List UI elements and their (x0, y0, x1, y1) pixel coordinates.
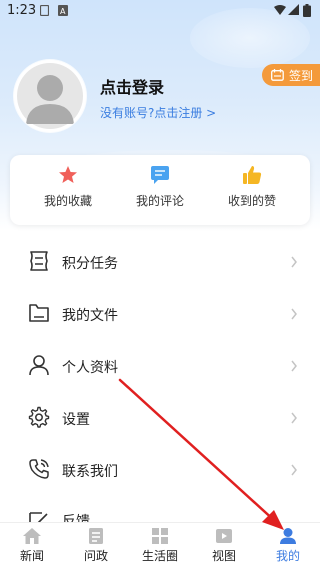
chevron-right-icon (291, 464, 297, 476)
login-title[interactable]: 点击登录 (100, 74, 164, 98)
avatar[interactable] (14, 60, 86, 132)
star-icon (59, 166, 77, 183)
favorites-label: 我的收藏 (43, 194, 92, 208)
gear-icon (28, 406, 50, 428)
bottom-navigation: 新闻 问政 生活圈 视图 我的 (0, 522, 320, 568)
person-icon (29, 355, 49, 376)
menu-item-profile[interactable]: 个人资料 (0, 340, 320, 392)
menu-label: 联系我们 (62, 464, 118, 480)
nav-mine[interactable]: 我的 (256, 527, 320, 567)
likes-label: 收到的赞 (227, 194, 276, 208)
chevron-right-icon (291, 360, 297, 372)
favorites-item[interactable]: 我的收藏 (23, 165, 113, 217)
comments-label: 我的评论 (135, 194, 184, 208)
grid-icon (152, 528, 168, 544)
wifi-icon (274, 5, 286, 15)
chevron-right-icon (291, 256, 297, 268)
home-icon (23, 528, 41, 544)
document-icon (89, 528, 103, 544)
comment-icon (151, 166, 169, 184)
nav-label: 生活圈 (141, 549, 178, 563)
nav-label: 新闻 (19, 549, 44, 563)
chevron-right-icon (291, 308, 297, 320)
nav-video[interactable]: 视图 (192, 527, 256, 567)
nav-life-circle[interactable]: 生活圈 (128, 527, 192, 567)
thumbs-up-icon (243, 166, 262, 184)
nav-inquiry[interactable]: 问政 (64, 527, 128, 567)
phone-icon (29, 459, 49, 479)
signin-label: 签到 (289, 68, 314, 83)
menu-item-settings[interactable]: 设置 (0, 392, 320, 444)
signin-button[interactable]: 签到 (262, 64, 320, 86)
comments-item[interactable]: 我的评论 (115, 165, 205, 217)
signal-icon (288, 4, 299, 15)
points-task-icon (30, 251, 48, 271)
nav-label: 视图 (211, 549, 236, 563)
menu-label: 积分任务 (62, 256, 118, 272)
folder-icon (29, 304, 49, 322)
menu-item-my-files[interactable]: 我的文件 (0, 288, 320, 340)
likes-item[interactable]: 收到的赞 (207, 165, 297, 217)
status-time: 1:23 (7, 3, 37, 18)
svg-text:A: A (60, 7, 66, 16)
status-bar: 1:23 A (0, 0, 320, 22)
nav-label: 我的 (275, 549, 300, 563)
user-icon (280, 528, 296, 544)
register-link[interactable]: 没有账号?点击注册 > (100, 104, 216, 121)
battery-icon (303, 4, 311, 17)
notification-a-icon: A (58, 5, 68, 16)
chevron-right-icon (291, 412, 297, 424)
menu-label: 设置 (62, 412, 90, 428)
nav-label: 问政 (83, 549, 108, 563)
stats-card: 我的收藏 我的评论 收到的赞 (10, 155, 310, 225)
calendar-icon (271, 69, 284, 81)
menu-label: 我的文件 (62, 308, 118, 324)
menu-item-contact[interactable]: 联系我们 (0, 444, 320, 496)
video-icon (216, 529, 232, 543)
menu-item-points-task[interactable]: 积分任务 (0, 236, 320, 288)
menu-label: 个人资料 (62, 360, 118, 376)
nav-news[interactable]: 新闻 (0, 527, 64, 567)
default-avatar-icon (17, 63, 83, 129)
sim-card-icon (40, 5, 49, 16)
